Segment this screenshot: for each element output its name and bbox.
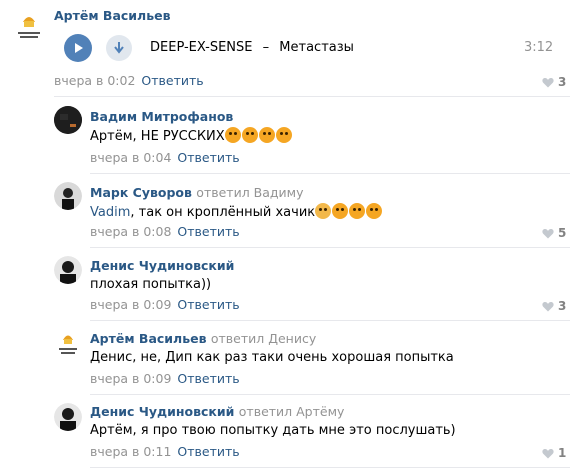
- comment-avatar[interactable]: [54, 330, 82, 358]
- comment-time[interactable]: вчера в 0:08: [90, 224, 171, 239]
- separator: [90, 247, 570, 248]
- angry-emoji-icon: [258, 127, 275, 143]
- comment-text: плохая попытка)): [90, 277, 212, 292]
- comment-avatar[interactable]: [54, 403, 82, 431]
- comment-meta: вчера в 0:08 Ответить: [90, 224, 240, 239]
- comment-text: Артём, я про твою попытку дать мне это п…: [90, 423, 456, 438]
- comment-reply-link[interactable]: Ответить: [177, 224, 239, 239]
- comment-meta: вчера в 0:09 Ответить: [90, 371, 240, 386]
- angry-emoji-icon: [366, 203, 383, 219]
- angry-emoji-icon: [332, 203, 349, 219]
- comment-reply-link[interactable]: Ответить: [177, 150, 239, 165]
- comment-avatar[interactable]: [54, 182, 82, 210]
- comment-time[interactable]: вчера в 0:11: [90, 444, 171, 459]
- separator: [90, 467, 570, 468]
- angry-emoji-icon: [275, 127, 292, 143]
- comment-text: Vadim, так он кроплённый хачик: [90, 203, 383, 220]
- comment-text: Артём, НЕ РУССКИХ: [90, 127, 293, 144]
- replied-to[interactable]: ответил Артёму: [239, 404, 345, 419]
- separator: [90, 320, 570, 321]
- comment-author[interactable]: Вадим Митрофанов: [90, 109, 233, 124]
- angry-emoji-icon: [241, 127, 258, 143]
- comment-like-count: 5: [558, 226, 567, 240]
- comment-text-content: Артём, НЕ РУССКИХ: [90, 129, 225, 144]
- comment-meta: вчера в 0:11 Ответить: [90, 444, 240, 459]
- heart-icon: [542, 77, 554, 87]
- replied-to[interactable]: ответил Денису: [211, 331, 316, 346]
- post-time[interactable]: вчера в 0:02: [54, 73, 135, 88]
- comment-reply-link[interactable]: Ответить: [177, 444, 239, 459]
- post-avatar[interactable]: [12, 10, 46, 44]
- replied-to[interactable]: ответил Вадиму: [196, 185, 303, 200]
- download-button[interactable]: [106, 35, 132, 61]
- comment-meta: вчера в 0:04 Ответить: [90, 150, 240, 165]
- comment-reply-link[interactable]: Ответить: [177, 297, 239, 312]
- post-like-button[interactable]: 3: [542, 75, 566, 89]
- audio-dash: –: [262, 40, 270, 55]
- comment-author-name[interactable]: Марк Суворов: [90, 185, 192, 200]
- angry-emoji-icon: [224, 127, 241, 143]
- separator: [90, 394, 570, 395]
- heart-icon: [542, 448, 554, 458]
- audio-title: Метастазы: [279, 40, 354, 55]
- comment-like-button[interactable]: 1: [542, 446, 566, 460]
- comment-text: Денис, не, Дип как раз таки очень хороша…: [90, 350, 454, 365]
- audio-artist: DEEP-EX-SENSE: [150, 40, 253, 55]
- post-author[interactable]: Артём Васильев: [54, 8, 171, 23]
- comment-avatar[interactable]: [54, 256, 82, 284]
- post-like-count: 3: [558, 75, 567, 89]
- comment-author: Денис Чудиновский ответил Артёму: [90, 404, 344, 419]
- comment-avatar[interactable]: [54, 106, 82, 134]
- comment-like-count: 1: [558, 446, 567, 460]
- mention-link[interactable]: Vadim: [90, 205, 130, 220]
- comment-time[interactable]: вчера в 0:04: [90, 150, 171, 165]
- comment-meta: вчера в 0:09 Ответить: [90, 297, 240, 312]
- heart-icon: [542, 301, 554, 311]
- comment-author-name[interactable]: Артём Васильев: [90, 331, 207, 346]
- separator: [90, 173, 570, 174]
- comment-time[interactable]: вчера в 0:09: [90, 371, 171, 386]
- download-arrow-icon: [114, 42, 124, 54]
- heart-icon: [542, 228, 554, 238]
- angry-emoji-icon: [349, 203, 366, 219]
- post-reply-link[interactable]: Ответить: [141, 73, 203, 88]
- comment-like-count: 3: [558, 299, 567, 313]
- play-button[interactable]: [64, 34, 92, 62]
- comment-like-button[interactable]: 5: [542, 226, 566, 240]
- separator: [54, 96, 570, 97]
- comment-text-content: , так он кроплённый хачик: [130, 205, 316, 220]
- comment-author: Артём Васильев ответил Денису: [90, 331, 316, 346]
- comment-time[interactable]: вчера в 0:09: [90, 297, 171, 312]
- scream-emoji-icon: [315, 203, 332, 219]
- comment-author-name[interactable]: Денис Чудиновский: [90, 404, 234, 419]
- comment-reply-link[interactable]: Ответить: [177, 371, 239, 386]
- audio-track[interactable]: DEEP-EX-SENSE – Метастазы: [150, 40, 354, 55]
- play-icon: [75, 43, 83, 53]
- comment-like-button[interactable]: 3: [542, 299, 566, 313]
- audio-duration: 3:12: [524, 40, 554, 55]
- comment-author[interactable]: Денис Чудиновский: [90, 258, 234, 273]
- comment-author: Марк Суворов ответил Вадиму: [90, 185, 303, 200]
- post-meta: вчера в 0:02 Ответить: [54, 73, 204, 88]
